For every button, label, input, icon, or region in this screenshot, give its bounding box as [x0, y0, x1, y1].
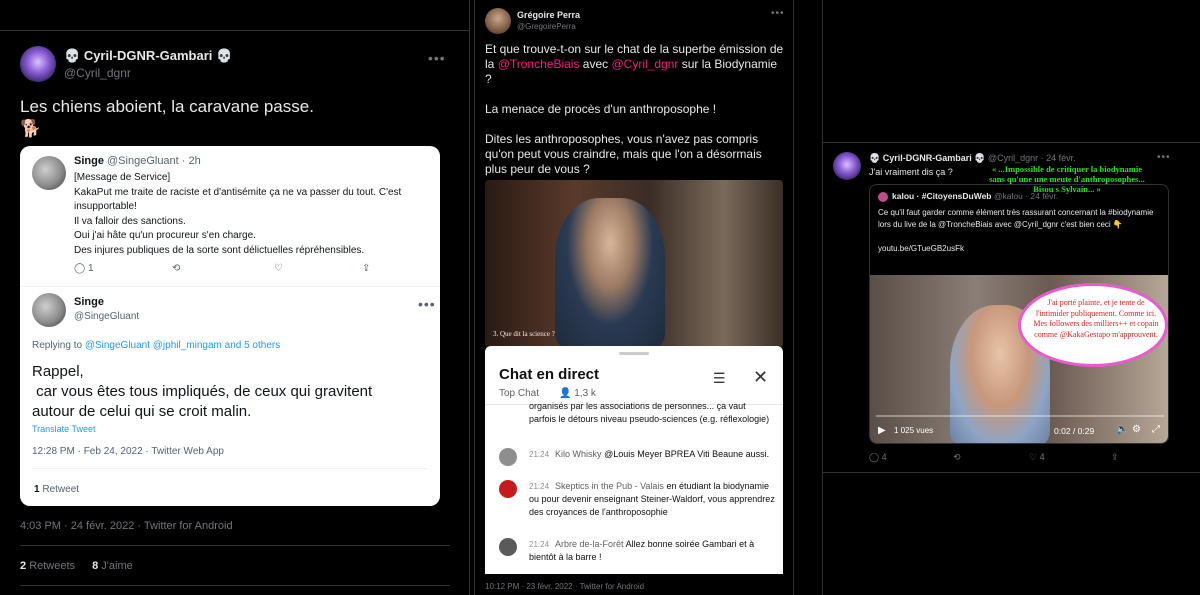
- video-person: [555, 198, 665, 348]
- divider: [20, 286, 440, 287]
- people-icon: 👤: [559, 388, 572, 399]
- author-handle[interactable]: @Cyril_dgnr: [64, 66, 131, 80]
- chat-message-body: 21:24 Arbre de-la-Forêt Allez bonne soiré…: [529, 539, 755, 562]
- video-screenshot[interactable]: 3. Que dit la science ?: [485, 180, 783, 348]
- retweets-link[interactable]: 2 Retweets: [20, 560, 75, 572]
- chat-message-body: 21:24 Skeptics in the Pub - Valais en étu…: [529, 481, 775, 517]
- timestamp[interactable]: 12:28 PM · Feb 24, 2022 · Twitter Web Ap…: [32, 446, 224, 457]
- more-icon[interactable]: •••: [1157, 152, 1171, 163]
- replying-to: Replying to @SingeGluant @jphil_mingam a…: [32, 340, 281, 351]
- likes-link[interactable]: 8 J'aime: [92, 560, 133, 572]
- avatar: [878, 192, 888, 202]
- quoted-tweet-card[interactable]: Singe @SingeGluant · 2h [Message de Serv…: [20, 146, 440, 506]
- reply-icon: ◯: [74, 263, 86, 274]
- dog-icon: 🐕: [20, 119, 42, 138]
- tweet-column-2: Grégoire Perra @GregoirePerra ••• Et que…: [474, 0, 794, 595]
- retweet-count[interactable]: 1 Retweet: [34, 484, 79, 495]
- reply-button[interactable]: ◯ 1: [74, 263, 94, 274]
- skull-icon: 💀: [64, 48, 81, 63]
- video-player[interactable]: J'ai porté plainte, et je tente de l'int…: [870, 275, 1168, 443]
- close-icon[interactable]: ✕: [753, 367, 768, 388]
- avatar[interactable]: [833, 152, 861, 180]
- tweet-header: 💀 Cyril-DGNR-Gambari 💀 @Cyril_dgnr · 24 …: [869, 153, 1076, 163]
- author-handle[interactable]: @SingeGluant: [74, 311, 139, 322]
- quote-text: [Message de Service] KakaPut me traite d…: [74, 172, 402, 256]
- quote-header: Singe @SingeGluant · 2h: [74, 155, 201, 167]
- avatar[interactable]: [32, 156, 66, 190]
- author-name[interactable]: Singe: [74, 296, 104, 308]
- author-handle[interactable]: @GregoirePerra: [517, 22, 576, 31]
- video-caption: 3. Que dit la science ?: [493, 330, 555, 338]
- divider: [0, 30, 469, 31]
- chat-message-body: 21:24 Kilo Whisky @Louis Meyer BPREA Viti…: [529, 449, 770, 459]
- viewer-count: 👤 1,3 k: [559, 388, 596, 399]
- more-icon[interactable]: •••: [771, 8, 785, 19]
- author-name[interactable]: 💀 Cyril-DGNR-Gambari 💀: [64, 48, 232, 64]
- progress-bar[interactable]: [876, 415, 1164, 417]
- divider: [823, 472, 1200, 473]
- divider: [32, 468, 428, 469]
- skull-icon: 💀: [869, 153, 881, 163]
- tweet-text: Les chiens aboient, la caravane passe. 🐕: [20, 97, 314, 138]
- reply-icon: ◯: [869, 452, 880, 462]
- skull-icon: 💀: [216, 48, 233, 63]
- avatar[interactable]: [485, 8, 511, 34]
- live-chat-panel: Chat en direct Top Chat 👤 1,3 k ☰ ✕ orga…: [485, 346, 783, 574]
- quote-text: Ce qu'il faut garder comme élément très …: [878, 208, 1154, 253]
- reply-button[interactable]: ◯ 4: [869, 452, 887, 463]
- timestamp[interactable]: 10:12 PM · 23 févr. 2022 · Twitter for A…: [485, 582, 644, 591]
- like-icon: ♡: [1029, 452, 1038, 462]
- translate-link[interactable]: Translate Tweet: [32, 424, 96, 434]
- retweet-icon[interactable]: ⟲: [172, 263, 180, 274]
- reply-text: Rappel, car vous êtes tous impliqués, de…: [32, 363, 373, 420]
- volume-icon[interactable]: 🔈: [1116, 424, 1128, 435]
- speech-bubble: J'ai porté plainte, et je tente de l'int…: [1018, 283, 1168, 367]
- play-icon[interactable]: ▶: [878, 425, 886, 436]
- avatar[interactable]: [20, 46, 56, 82]
- timestamp[interactable]: 4:03 PM · 24 févr. 2022 · Twitter for An…: [20, 520, 233, 532]
- share-icon[interactable]: ⇪: [1111, 452, 1119, 463]
- chat-title: Chat en direct: [499, 366, 600, 383]
- fullscreen-icon[interactable]: ⤢: [1152, 424, 1160, 435]
- like-button[interactable]: ♡ 4: [1029, 452, 1045, 463]
- drag-handle[interactable]: [619, 352, 649, 355]
- like-icon[interactable]: ♡: [274, 263, 283, 274]
- chat-filter-dropdown[interactable]: Top Chat: [499, 388, 539, 399]
- tweet-text: J'ai vraiment dis ça ?: [869, 167, 953, 177]
- video-controls: ▶ 1 025 vues 0:02 / 0:29 🔈 ⚙ ⤢: [870, 409, 1168, 443]
- tweet-text: Et que trouve-t-on sur le chat de la sup…: [485, 42, 784, 176]
- avatar: [499, 448, 517, 466]
- duration: 0:02 / 0:29: [1054, 426, 1095, 436]
- tweet-column-3: 💀 Cyril-DGNR-Gambari 💀 @Cyril_dgnr · 24 …: [822, 0, 1200, 595]
- skull-icon: 💀: [974, 153, 986, 163]
- divider: [823, 142, 1200, 143]
- tune-icon[interactable]: ☰: [713, 370, 726, 387]
- author-name[interactable]: Grégoire Perra: [517, 10, 580, 20]
- tweet-stats: 2 Retweets 8 J'aime: [20, 560, 133, 572]
- divider: [20, 545, 450, 546]
- avatar[interactable]: [32, 293, 66, 327]
- share-icon[interactable]: ⇪: [362, 263, 370, 274]
- view-count: 1 025 vues: [894, 426, 934, 435]
- retweet-icon[interactable]: ⟲: [953, 452, 961, 463]
- tweet-column-1: 💀 Cyril-DGNR-Gambari 💀 @Cyril_dgnr ••• L…: [0, 0, 470, 595]
- more-icon[interactable]: •••: [428, 50, 446, 66]
- quoted-tweet-card[interactable]: kalou · #CitoyensDuWeb @kalou · 24 févr.…: [869, 184, 1169, 444]
- divider: [20, 585, 450, 586]
- more-icon[interactable]: •••: [418, 296, 436, 312]
- quote-header: kalou · #CitoyensDuWeb @kalou · 24 févr.: [892, 191, 1059, 201]
- gear-icon[interactable]: ⚙: [1132, 424, 1141, 435]
- avatar: [499, 538, 517, 556]
- avatar: [499, 480, 517, 498]
